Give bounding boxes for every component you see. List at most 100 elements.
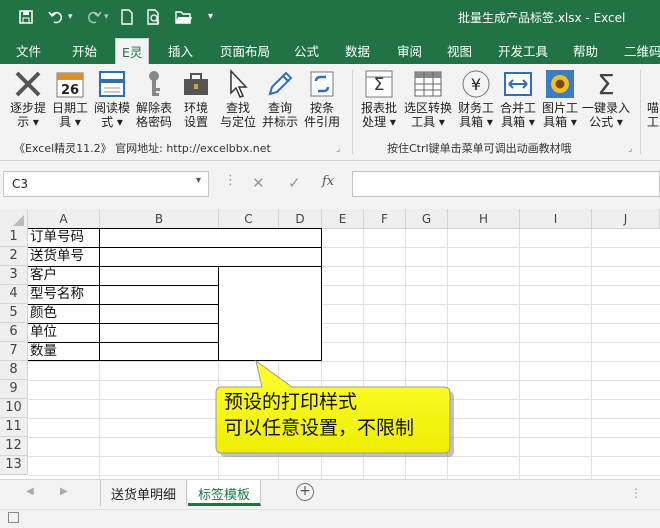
cursor-icon bbox=[222, 68, 254, 100]
svg-text:Σ: Σ bbox=[374, 75, 385, 95]
undo-dropdown-icon[interactable]: ▾ bbox=[68, 12, 73, 22]
add-sheet-icon[interactable]: + bbox=[296, 483, 314, 501]
tab-page-layout[interactable]: 页面布局 bbox=[220, 41, 270, 60]
conditional-ref-button[interactable]: 按条 件引用 bbox=[300, 66, 344, 129]
find-locate-label: 查找 与定位 bbox=[219, 101, 256, 129]
reading-mode-icon bbox=[96, 68, 128, 100]
range-convert-label: 选区转换 工具 ▾ bbox=[403, 101, 452, 129]
tab-formulas[interactable]: 公式 bbox=[294, 41, 319, 60]
dialog-launcher-icon[interactable]: ⌟ bbox=[336, 144, 340, 154]
yen-icon: ¥ bbox=[460, 68, 492, 100]
name-box-dropdown-icon[interactable]: ▾ bbox=[196, 175, 201, 186]
open-folder-icon[interactable] bbox=[175, 9, 193, 29]
insert-function-icon[interactable]: fx bbox=[322, 174, 334, 189]
svg-text:Σ: Σ bbox=[597, 68, 615, 100]
tab-review[interactable]: 审阅 bbox=[397, 41, 422, 60]
ribbon: 逐步提 示 ▾ 26 日期工 具 ▾ 阅读模 式 ▾ 解除表 格密码 环境 设置… bbox=[0, 64, 660, 161]
formula-entry-label: 一键录入 公式 ▾ bbox=[581, 101, 630, 129]
report-batch-label: 报表批 处理 ▾ bbox=[360, 101, 397, 129]
title-bar: ▾ ▾ ▾ 批量生成产品标签.xlsx - Excel bbox=[0, 0, 660, 34]
finance-tools-button[interactable]: ¥ 财务工 具箱 ▾ bbox=[454, 66, 498, 129]
ribbon-right-caption: 按住Ctrl键单击菜单可调出动画教材哦 bbox=[387, 142, 572, 155]
reading-mode-label: 阅读模 式 ▾ bbox=[93, 101, 130, 129]
dialog-launcher-icon[interactable]: ⌟ bbox=[628, 144, 632, 154]
redo-icon[interactable] bbox=[84, 9, 102, 29]
sigma-table-icon: Σ bbox=[363, 68, 395, 100]
query-mark-button[interactable]: 查询 并标示 bbox=[258, 66, 302, 129]
env-settings-button[interactable]: 环境 设置 bbox=[174, 66, 218, 129]
svg-text:26: 26 bbox=[61, 83, 79, 98]
sheet-tab-bar: ◀ ▶ 送货单明细 标签模板 + ⋮ bbox=[0, 479, 660, 509]
x-tools-icon bbox=[12, 68, 44, 100]
undo-icon[interactable] bbox=[48, 9, 66, 29]
callout-line-1: 预设的打印样式 bbox=[224, 391, 358, 413]
window-title: 批量生成产品标签.xlsx - Excel bbox=[458, 11, 626, 25]
more-options-icon[interactable]: ⋮ bbox=[630, 486, 642, 500]
scroll-left-icon[interactable]: ◀ bbox=[26, 486, 34, 497]
reading-mode-button[interactable]: 阅读模 式 ▾ bbox=[90, 66, 134, 129]
tab-help[interactable]: 帮助 bbox=[573, 41, 598, 60]
conditional-ref-label: 按条 件引用 bbox=[303, 101, 340, 129]
flower-icon bbox=[544, 68, 576, 100]
cancel-icon[interactable]: ✕ bbox=[252, 174, 265, 192]
sigma-icon: Σ bbox=[590, 68, 622, 101]
customize-toolbar-icon[interactable]: ▾ bbox=[208, 11, 213, 22]
link-icon bbox=[306, 68, 338, 100]
formula-bar: C3 ▾ ⋮ ✕ ✓ fx bbox=[0, 161, 660, 209]
ribbon-separator bbox=[640, 70, 641, 154]
ribbon-separator bbox=[352, 70, 353, 154]
formula-input[interactable] bbox=[352, 171, 660, 197]
enter-check-icon[interactable]: ✓ bbox=[288, 174, 301, 192]
step-hint-label: 逐步提 示 ▾ bbox=[9, 101, 46, 129]
finance-tools-label: 财务工 具箱 ▾ bbox=[457, 101, 494, 129]
name-box[interactable]: C3 bbox=[3, 171, 209, 197]
unlock-sheet-button[interactable]: 解除表 格密码 bbox=[132, 66, 176, 129]
range-convert-button[interactable]: 选区转换 工具 ▾ bbox=[402, 66, 454, 129]
find-locate-button[interactable]: 查找 与定位 bbox=[216, 66, 260, 129]
formula-bar-handle-icon[interactable]: ⋮ bbox=[224, 173, 237, 188]
cut-off-label: 喵 工 bbox=[646, 101, 659, 129]
redo-dropdown-icon[interactable]: ▾ bbox=[104, 12, 109, 22]
macro-record-icon[interactable] bbox=[8, 512, 19, 523]
save-icon[interactable] bbox=[18, 9, 34, 29]
scroll-right-icon[interactable]: ▶ bbox=[60, 486, 68, 497]
env-settings-label: 环境 设置 bbox=[183, 101, 208, 129]
table-icon bbox=[412, 68, 444, 100]
tab-home[interactable]: 开始 bbox=[72, 41, 97, 60]
pen-icon bbox=[264, 68, 296, 100]
merge-tools-button[interactable]: 合并工 具箱 ▾ bbox=[496, 66, 540, 129]
date-tools-label: 日期工 具 ▾ bbox=[51, 101, 88, 129]
tab-insert[interactable]: 插入 bbox=[168, 41, 193, 60]
merge-tools-label: 合并工 具箱 ▾ bbox=[499, 101, 536, 129]
sheet-tab-delivery-detail[interactable]: 送货单明细 bbox=[100, 480, 188, 506]
picture-tools-button[interactable]: 图片工 具箱 ▾ bbox=[538, 66, 582, 129]
calendar-icon: 26 bbox=[54, 68, 86, 100]
status-bar bbox=[0, 509, 660, 528]
new-file-icon[interactable] bbox=[120, 9, 134, 29]
date-tools-button[interactable]: 26 日期工 具 ▾ bbox=[48, 66, 92, 129]
print-preview-icon[interactable] bbox=[146, 9, 162, 29]
tab-qrcode[interactable]: 二维码 bbox=[624, 41, 660, 60]
picture-tools-label: 图片工 具箱 ▾ bbox=[541, 101, 578, 129]
cut-off-button[interactable]: 喵 工 bbox=[646, 66, 660, 129]
tab-view[interactable]: 视图 bbox=[447, 41, 472, 60]
truncated-icon bbox=[646, 68, 660, 100]
tab-developer[interactable]: 开发工具 bbox=[498, 41, 548, 60]
key-icon bbox=[138, 68, 170, 100]
sheet-tab-label-template[interactable]: 标签模板 bbox=[188, 480, 262, 506]
merge-icon bbox=[502, 68, 534, 100]
tab-file[interactable]: 文件 bbox=[16, 41, 41, 60]
unlock-sheet-label: 解除表 格密码 bbox=[135, 101, 172, 129]
worksheet-grid: A B C D E F G H I J 1 2 3 4 5 6 7 8 9 10… bbox=[0, 209, 660, 479]
ribbon-left-caption: 《Excel精灵11.2》 官网地址: http://excelbbx.net bbox=[14, 142, 271, 155]
formula-entry-button[interactable]: Σ 一键录入 公式 ▾ bbox=[580, 66, 632, 129]
tab-data[interactable]: 数据 bbox=[345, 41, 370, 60]
report-batch-button[interactable]: Σ 报表批 处理 ▾ bbox=[357, 66, 401, 129]
query-mark-label: 查询 并标示 bbox=[261, 101, 298, 129]
svg-text:¥: ¥ bbox=[471, 75, 481, 94]
ribbon-tabs: 文件 开始 E灵 插入 页面布局 公式 数据 审阅 视图 开发工具 帮助 二维码 bbox=[0, 34, 660, 64]
toolbox-icon bbox=[180, 68, 212, 100]
step-hint-button[interactable]: 逐步提 示 ▾ bbox=[6, 66, 50, 129]
callout-line-2: 可以任意设置，不限制 bbox=[224, 417, 415, 439]
tab-eling[interactable]: E灵 bbox=[115, 38, 150, 64]
